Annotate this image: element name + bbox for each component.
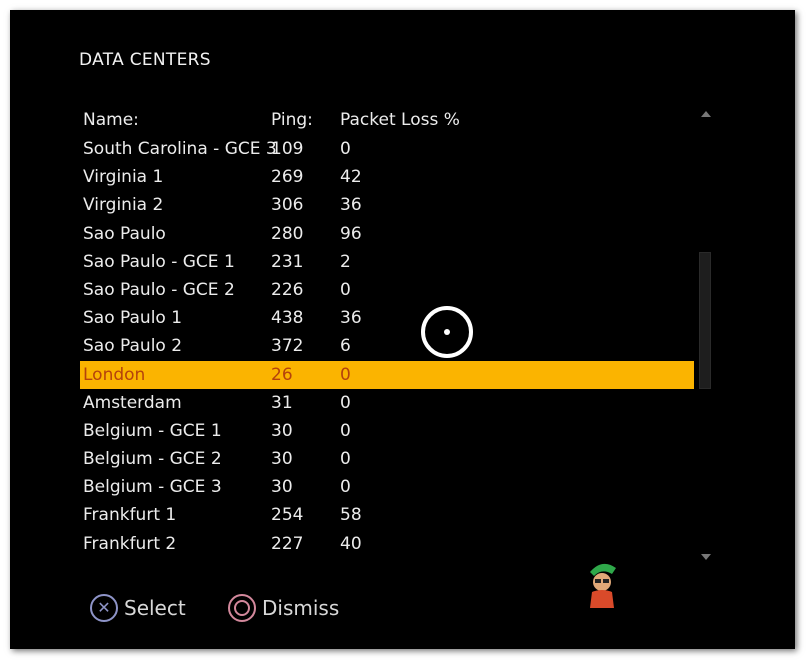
scroll-down-arrow-icon[interactable] (701, 554, 711, 560)
circle-button-icon (228, 594, 256, 622)
table-header: Name: Ping: Packet Loss % (80, 105, 694, 135)
row-name: Frankfurt 1 (83, 505, 177, 526)
scroll-up-arrow-icon[interactable] (701, 111, 711, 117)
row-name: Belgium - GCE 2 (83, 449, 222, 470)
table-row[interactable]: Sao Paulo - GCE 2 226 0 (80, 276, 694, 304)
row-ping: 109 (271, 139, 304, 159)
row-name: London (83, 364, 146, 385)
table-row[interactable]: South Carolina - GCE 3 109 0 (80, 135, 694, 163)
dismiss-button[interactable]: Dismiss (228, 593, 339, 623)
table-row[interactable]: Frankfurt 2 227 40 (80, 530, 694, 558)
row-packet-loss: 0 (340, 139, 351, 159)
table-row[interactable]: Sao Paulo 280 96 (80, 220, 694, 248)
row-packet-loss: 36 (340, 195, 362, 216)
row-packet-loss: 2 (340, 251, 351, 272)
select-button[interactable]: ✕ Select (90, 593, 186, 623)
row-ping: 31 (271, 392, 293, 413)
row-name: Sao Paulo 2 (83, 336, 183, 357)
row-ping: 30 (271, 477, 293, 498)
row-packet-loss: 0 (340, 279, 351, 300)
row-packet-loss: 0 (340, 477, 351, 498)
data-center-table: Name: Ping: Packet Loss % South Carolina… (80, 105, 694, 558)
row-ping: 254 (271, 505, 304, 526)
table-body: South Carolina - GCE 3 109 0 Virginia 1 269 4… (80, 135, 694, 558)
row-packet-loss: 0 (340, 392, 351, 413)
row-packet-loss: 42 (340, 167, 362, 188)
table-row[interactable]: Virginia 2 306 36 (80, 191, 694, 219)
table-row[interactable]: Amsterdam 31 0 (80, 389, 694, 417)
row-name: Amsterdam (83, 392, 182, 413)
watermark-logo-icon (590, 563, 616, 608)
table-row[interactable]: Belgium - GCE 3 30 0 (80, 473, 694, 501)
row-name: Belgium - GCE 3 (83, 477, 222, 498)
cursor-reticle-icon (421, 306, 473, 358)
row-packet-loss: 0 (340, 364, 351, 385)
row-name: Sao Paulo - GCE 1 (83, 251, 235, 272)
row-packet-loss: 6 (340, 336, 351, 357)
scrollbar-thumb[interactable] (699, 252, 711, 389)
row-packet-loss: 58 (340, 505, 362, 526)
table-row[interactable]: Sao Paulo 2 372 6 (80, 332, 694, 360)
table-row[interactable]: Sao Paulo 1 438 36 (80, 304, 694, 332)
table-row[interactable]: London 26 0 (80, 360, 694, 389)
table-row[interactable]: Belgium - GCE 2 30 0 (80, 445, 694, 473)
select-label: Select (124, 596, 186, 620)
row-name: Virginia 1 (83, 167, 164, 188)
row-packet-loss: 40 (340, 533, 362, 554)
row-name: South Carolina - GCE 3 (83, 139, 277, 159)
row-name: Sao Paulo (83, 223, 166, 244)
row-ping: 226 (271, 279, 304, 300)
row-ping: 372 (271, 336, 304, 357)
row-ping: 30 (271, 420, 293, 441)
row-name: Sao Paulo 1 (83, 308, 183, 329)
dismiss-label: Dismiss (262, 596, 340, 620)
cross-button-icon: ✕ (90, 594, 118, 622)
row-packet-loss: 36 (340, 308, 362, 329)
row-ping: 438 (271, 308, 304, 329)
scrollbar[interactable] (698, 107, 712, 563)
row-packet-loss: 0 (340, 420, 351, 441)
row-ping: 269 (271, 167, 304, 188)
table-row[interactable]: Frankfurt 1 254 58 (80, 501, 694, 529)
dialog-title: DATA CENTERS (79, 50, 211, 70)
row-ping: 26 (271, 364, 293, 385)
column-header-packet-loss: Packet Loss % (340, 110, 460, 130)
row-ping: 280 (271, 223, 304, 244)
row-ping: 231 (271, 251, 304, 272)
row-ping: 227 (271, 533, 304, 554)
row-name: Sao Paulo - GCE 2 (83, 279, 235, 300)
data-centers-dialog: DATA CENTERS Name: Ping: Packet Loss % S… (10, 10, 795, 649)
table-row[interactable]: Sao Paulo - GCE 1 231 2 (80, 248, 694, 276)
row-ping: 30 (271, 449, 293, 470)
row-name: Virginia 2 (83, 195, 164, 216)
row-packet-loss: 0 (340, 449, 351, 470)
table-row[interactable]: Virginia 1 269 42 (80, 163, 694, 191)
row-packet-loss: 96 (340, 223, 362, 244)
row-name: Belgium - GCE 1 (83, 420, 222, 441)
table-row[interactable]: Belgium - GCE 1 30 0 (80, 417, 694, 445)
column-header-ping: Ping: (271, 110, 313, 130)
row-name: Frankfurt 2 (83, 533, 177, 554)
column-header-name: Name: (83, 110, 139, 130)
row-ping: 306 (271, 195, 304, 216)
